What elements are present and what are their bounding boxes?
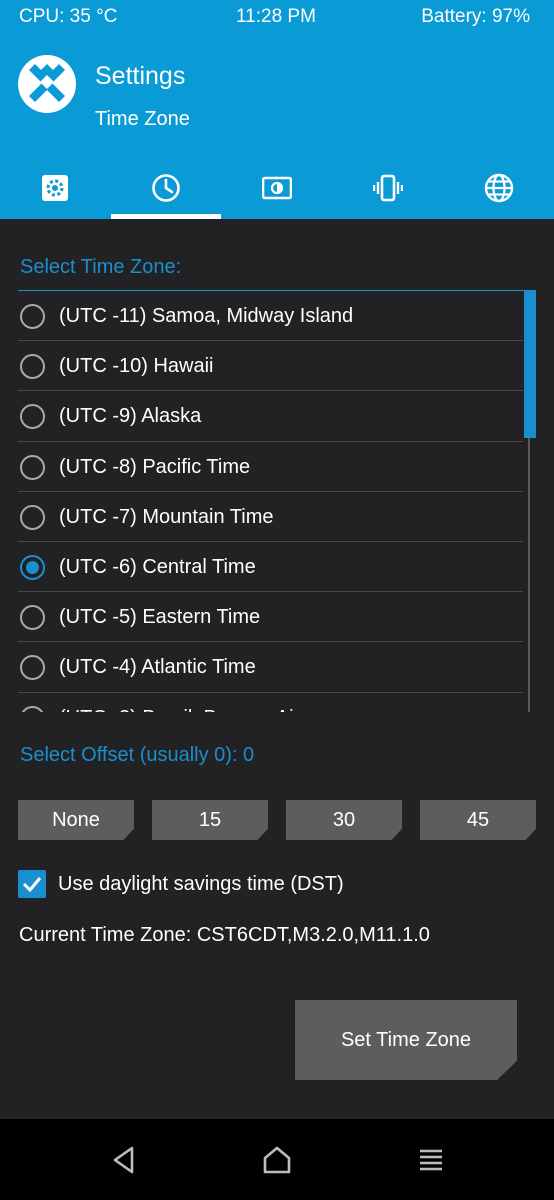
- time-zone-label: (UTC -11) Samoa, Midway Island: [59, 305, 354, 327]
- tab-screen[interactable]: [222, 165, 332, 219]
- battery-level: Battery: 97%: [421, 6, 530, 27]
- set-time-zone-button[interactable]: Set Time Zone: [295, 1000, 517, 1080]
- time-zone-item[interactable]: (UTC -5) Eastern Time: [18, 592, 523, 643]
- offset-label: Select Offset (usually 0): 0: [20, 744, 255, 766]
- radio-unselected-icon[interactable]: [20, 504, 45, 530]
- settings-tabs: [0, 165, 554, 219]
- gear-icon: [42, 175, 68, 201]
- time-zone-list[interactable]: (UTC -11) Samoa, Midway Island (UTC -10) …: [18, 290, 536, 712]
- brightness-icon: [262, 176, 292, 200]
- time-zone-label: (UTC -3) Brazil, Buenos Aires: [59, 707, 321, 713]
- time-zone-label: (UTC -8) Pacific Time: [59, 455, 251, 478]
- tab-language[interactable]: [444, 165, 554, 219]
- radio-unselected-icon[interactable]: [20, 404, 45, 430]
- current-time-zone: Current Time Zone: CST6CDT,M3.2.0,M11.1.…: [19, 924, 430, 946]
- clock: 11:28 PM: [236, 6, 316, 27]
- vibrate-icon: [373, 174, 403, 202]
- radio-unselected-icon[interactable]: [20, 354, 45, 380]
- cpu-temperature: CPU: 35 °C: [19, 6, 118, 27]
- time-zone-item[interactable]: (UTC -4) Atlantic Time: [18, 642, 523, 693]
- dst-checkbox[interactable]: [18, 870, 46, 898]
- navigation-bar: [0, 1119, 554, 1200]
- dst-label[interactable]: Use daylight savings time (DST): [58, 873, 344, 896]
- time-zone-label: (UTC -5) Eastern Time: [59, 606, 261, 629]
- time-zone-label: (UTC -10) Hawaii: [59, 355, 214, 378]
- radio-selected-icon[interactable]: [20, 554, 45, 580]
- time-zone-label: (UTC -4) Atlantic Time: [59, 656, 256, 679]
- home-icon[interactable]: [260, 1143, 294, 1177]
- time-zone-item[interactable]: (UTC -10) Hawaii: [18, 341, 523, 392]
- time-zone-item[interactable]: (UTC -7) Mountain Time: [18, 492, 523, 542]
- time-zone-item[interactable]: (UTC -3) Brazil, Buenos Aires: [18, 693, 523, 713]
- back-icon[interactable]: [107, 1143, 141, 1177]
- time-zone-label: (UTC -9) Alaska: [59, 405, 202, 428]
- globe-icon: [484, 173, 514, 203]
- offset-15-button[interactable]: 15: [152, 800, 268, 840]
- radio-unselected-icon[interactable]: [20, 655, 45, 681]
- checkmark-icon: [22, 877, 42, 893]
- offset-30-button[interactable]: 30: [286, 800, 402, 840]
- tab-general[interactable]: [0, 165, 110, 219]
- page-title: Settings: [95, 62, 186, 90]
- time-zone-label: (UTC -7) Mountain Time: [59, 505, 274, 528]
- time-zone-item[interactable]: (UTC -8) Pacific Time: [18, 442, 523, 492]
- clock-icon: [152, 174, 180, 202]
- time-zone-scrollbar[interactable]: [523, 290, 536, 712]
- offset-none-button[interactable]: None: [18, 800, 134, 840]
- radio-unselected-icon[interactable]: [20, 304, 45, 329]
- time-zone-item[interactable]: (UTC -6) Central Time: [18, 542, 523, 593]
- time-zone-label: (UTC -6) Central Time: [59, 555, 256, 578]
- radio-unselected-icon[interactable]: [20, 605, 45, 631]
- offset-45-button[interactable]: 45: [420, 800, 536, 840]
- scrollbar-thumb[interactable]: [524, 290, 536, 438]
- page-subtitle: Time Zone: [95, 108, 190, 130]
- time-zone-item[interactable]: (UTC -11) Samoa, Midway Island: [18, 291, 523, 342]
- twrp-logo: [18, 55, 76, 113]
- radio-unselected-icon[interactable]: [20, 454, 45, 480]
- time-zone-item[interactable]: (UTC -9) Alaska: [18, 391, 523, 442]
- header: CPU: 35 °C 11:28 PM Battery: 97% Setting…: [0, 0, 554, 219]
- radio-unselected-icon[interactable]: [20, 705, 45, 712]
- tab-vibration[interactable]: [333, 165, 443, 219]
- menu-icon[interactable]: [414, 1143, 448, 1177]
- status-bar: CPU: 35 °C 11:28 PM Battery: 97%: [0, 0, 554, 40]
- time-zone-label: Select Time Zone:: [20, 256, 182, 278]
- tab-time-zone[interactable]: [111, 165, 221, 219]
